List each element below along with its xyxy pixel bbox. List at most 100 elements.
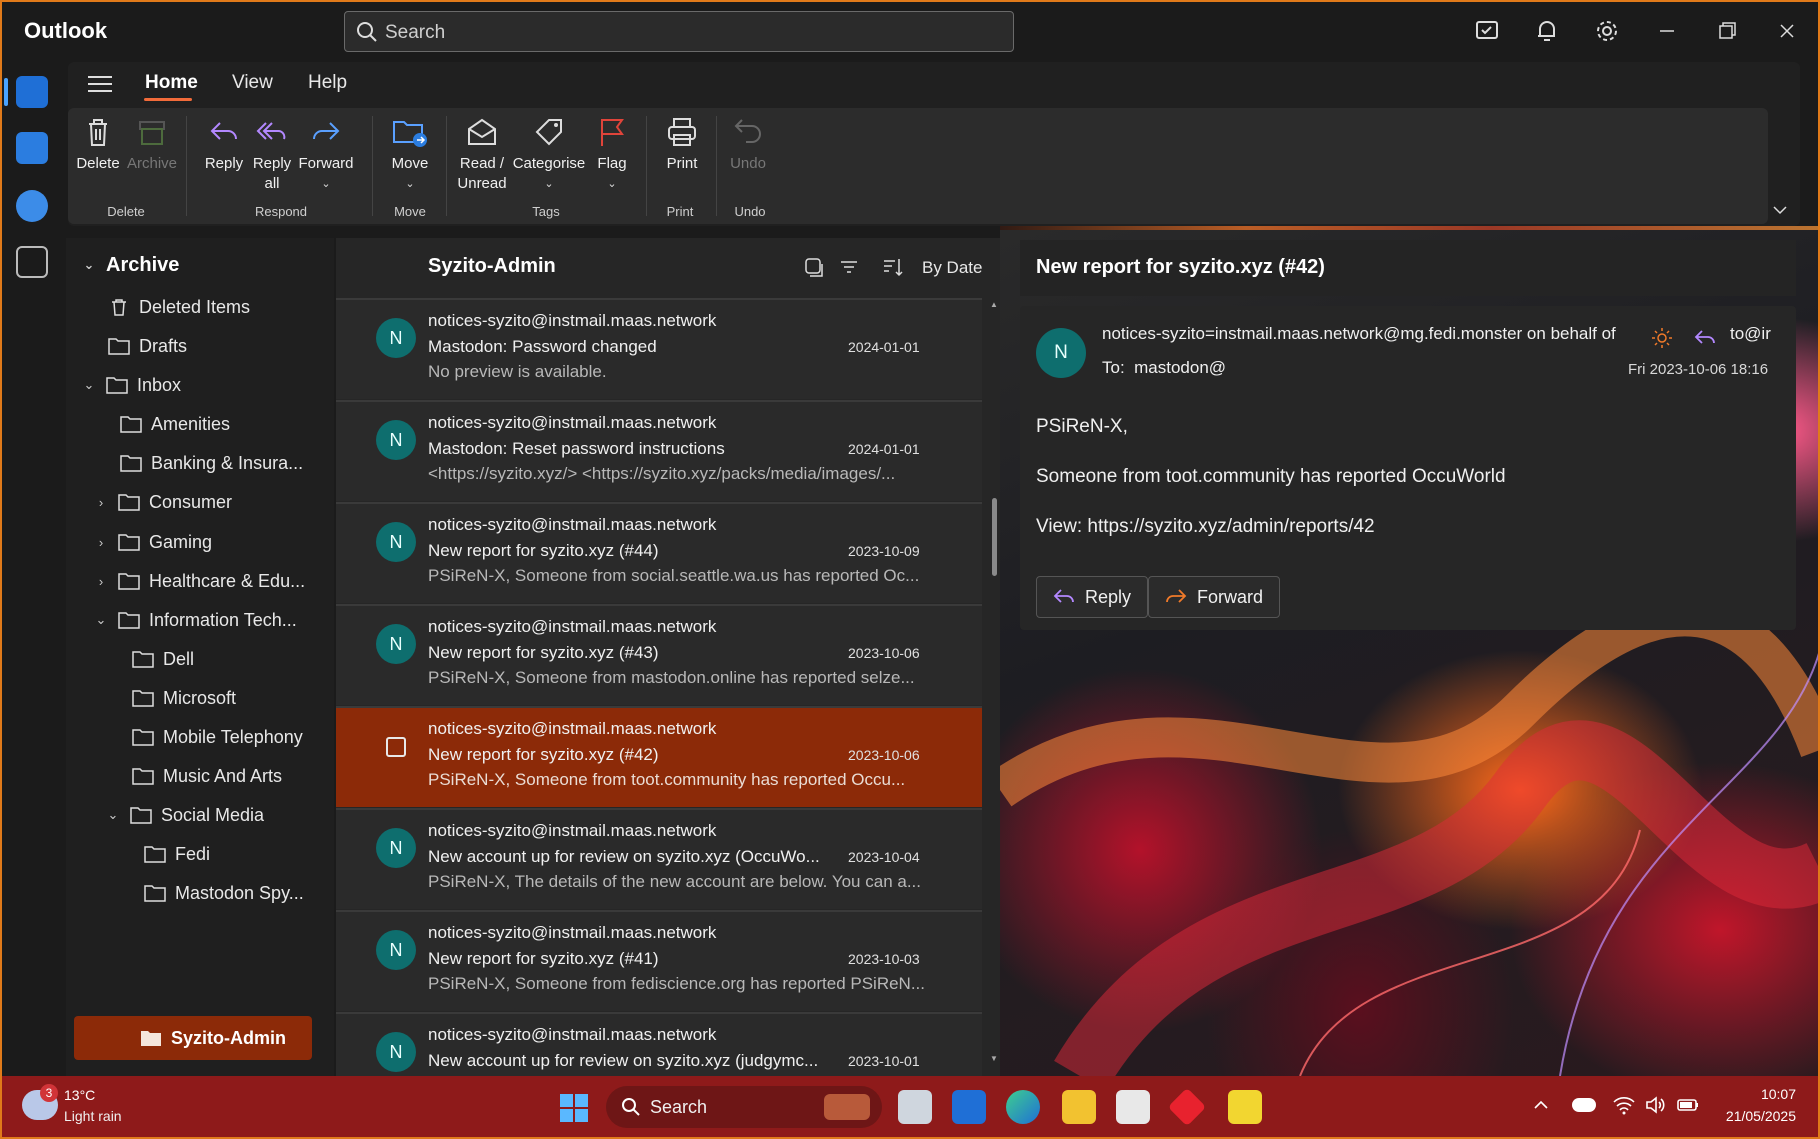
forward-label: Forward (298, 155, 354, 172)
close-icon[interactable] (1772, 16, 1802, 46)
bell-icon[interactable] (1532, 16, 1562, 46)
read-unread-label-1: Read / (459, 155, 505, 172)
minimize-icon[interactable] (1652, 16, 1682, 46)
move-folder-icon (393, 121, 427, 147)
folder-archive[interactable]: ⌄ Archive (82, 246, 180, 284)
email-subject: New report for syzito.xyz (#42) (1036, 256, 1325, 278)
tab-view[interactable]: View (232, 72, 273, 94)
select-icon[interactable] (803, 256, 825, 278)
folder-music-arts[interactable]: Music And Arts (132, 757, 282, 795)
weather-desc[interactable]: Light rain (64, 1108, 122, 1124)
delete-button[interactable]: Delete (74, 114, 122, 174)
folder-mobile-telephony[interactable]: Mobile Telephony (132, 718, 303, 756)
collapse-ribbon-icon[interactable] (1772, 204, 1788, 216)
gear-icon[interactable] (1592, 16, 1622, 46)
search-input[interactable]: Search (344, 11, 1014, 52)
mail-icon[interactable] (16, 76, 48, 108)
folder-pane: ⌄ Archive Deleted Items Drafts ⌄ Inbox Ame… (66, 238, 334, 1076)
folder-social-media[interactable]: ⌄ Social Media (106, 796, 265, 834)
windows-start-icon[interactable] (558, 1092, 590, 1124)
forward-button[interactable]: Forward (1148, 576, 1281, 618)
folder-drafts[interactable]: Drafts (108, 327, 187, 365)
scroll-up-icon[interactable]: ▲ (990, 300, 998, 309)
sort-icon[interactable] (882, 256, 904, 278)
chevron-up-icon[interactable] (1532, 1098, 1550, 1112)
folder-deleted-items[interactable]: Deleted Items (108, 288, 250, 326)
select-checkbox[interactable] (386, 737, 406, 757)
message-preview: PSiReN-X, Someone from fediscience.org h… (428, 974, 926, 993)
message-row[interactable]: N notices-syzito@instmail.maas.network M… (336, 298, 982, 399)
folder-mastodon-spy[interactable]: Mastodon Spy... (144, 874, 304, 912)
outlook-app-icon[interactable] (952, 1090, 986, 1124)
message-row-selected[interactable]: notices-syzito@instmail.maas.network New… (336, 706, 982, 807)
task-view-icon[interactable] (898, 1090, 932, 1124)
flag-button[interactable]: Flag ⌄ (588, 114, 636, 194)
message-subject: New report for syzito.xyz (#42) (428, 745, 659, 764)
todo-app-icon[interactable] (1228, 1090, 1262, 1124)
archive-button[interactable]: Archive (124, 114, 180, 174)
scrollbar[interactable]: ▲ ▼ (990, 298, 998, 1068)
message-subject: New account up for review on syzito.xyz … (428, 847, 820, 866)
red-app-icon[interactable] (1167, 1087, 1207, 1127)
message-subject: New account up for review on syzito.xyz … (428, 1051, 819, 1070)
message-row[interactable]: N notices-syzito@instmail.maas.network N… (336, 604, 982, 705)
folder-microsoft[interactable]: Microsoft (132, 679, 236, 717)
message-row[interactable]: N notices-syzito@instmail.maas.network N… (336, 1012, 982, 1076)
folder-gaming[interactable]: › Gaming (94, 523, 212, 561)
folder-amenities[interactable]: Amenities (120, 405, 230, 443)
folder-information-tech[interactable]: ⌄ Information Tech... (94, 601, 297, 639)
message-row[interactable]: N notices-syzito@instmail.maas.network N… (336, 502, 982, 603)
folder-consumer[interactable]: › Consumer (94, 483, 232, 521)
file-explorer-icon[interactable] (1062, 1090, 1096, 1124)
folder-fedi[interactable]: Fedi (144, 835, 210, 873)
reply-button[interactable]: Reply (1036, 576, 1149, 618)
reply-icon[interactable] (1692, 326, 1718, 350)
undo-button[interactable]: Undo (724, 114, 772, 174)
read-unread-button[interactable]: Read / Unread (454, 114, 510, 194)
onedrive-icon[interactable] (1572, 1098, 1596, 1112)
sun-icon[interactable] (1650, 326, 1674, 350)
hamburger-icon[interactable] (88, 74, 112, 94)
sort-label[interactable]: By Date (922, 258, 982, 278)
clock-time[interactable]: 10:07 (1720, 1086, 1796, 1102)
folder-icon (118, 612, 140, 629)
wifi-icon[interactable] (1612, 1094, 1636, 1116)
ribbon-area: Home View Help Delete Archive Delete Rep… (68, 62, 1800, 226)
print-button[interactable]: Print (658, 114, 706, 174)
battery-icon[interactable] (1676, 1096, 1700, 1114)
clock-date[interactable]: 21/05/2025 (1700, 1108, 1796, 1124)
filter-icon[interactable] (838, 256, 860, 278)
people-icon[interactable] (16, 190, 48, 222)
reply-button[interactable]: Reply (202, 114, 246, 174)
message-sender: notices-syzito@instmail.maas.network (428, 413, 717, 432)
scrollbar-thumb[interactable] (992, 498, 997, 576)
folder-banking[interactable]: Banking & Insura... (120, 444, 303, 482)
divider (646, 116, 647, 216)
folder-icon (132, 768, 154, 785)
taskbar-search[interactable]: Search (606, 1086, 882, 1128)
folder-inbox[interactable]: ⌄ Inbox (82, 366, 182, 404)
message-row[interactable]: N notices-syzito@instmail.maas.network M… (336, 400, 982, 501)
search-icon (622, 1098, 640, 1116)
tab-home[interactable]: Home (145, 72, 198, 94)
tab-help[interactable]: Help (308, 72, 347, 94)
snipping-tool-icon[interactable] (1116, 1090, 1150, 1124)
edge-app-icon[interactable] (1006, 1090, 1040, 1124)
folder-healthcare[interactable]: › Healthcare & Edu... (94, 562, 305, 600)
calendar-icon[interactable] (16, 132, 48, 164)
move-button[interactable]: Move ⌄ (386, 114, 434, 194)
folder-dell[interactable]: Dell (132, 640, 194, 678)
categorise-button[interactable]: Categorise ⌄ (510, 114, 588, 194)
scroll-down-icon[interactable]: ▼ (990, 1054, 998, 1063)
weather-temp[interactable]: 13°C (64, 1087, 95, 1103)
apps-icon[interactable] (16, 246, 48, 278)
reply-all-button[interactable]: Reply all (250, 114, 294, 194)
message-row[interactable]: N notices-syzito@instmail.maas.network N… (336, 910, 982, 1011)
forward-button[interactable]: Forward ⌄ (294, 114, 358, 194)
volume-icon[interactable] (1644, 1094, 1668, 1116)
restore-icon[interactable] (1712, 16, 1742, 46)
folder-syzito-admin[interactable]: Syzito-Admin (74, 1016, 312, 1060)
notes-icon[interactable] (1472, 16, 1502, 46)
message-date: 2023-10-09 (848, 543, 920, 559)
message-row[interactable]: N notices-syzito@instmail.maas.network N… (336, 808, 982, 909)
